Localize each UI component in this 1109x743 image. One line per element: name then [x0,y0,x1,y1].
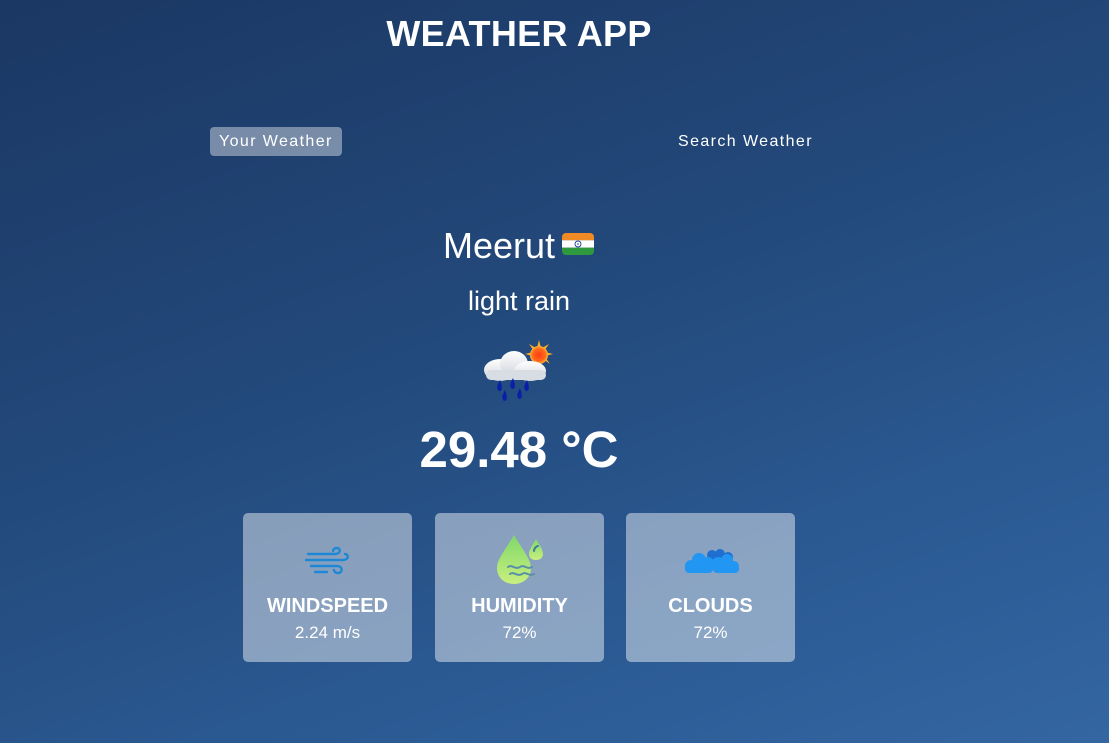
weather-description: light rain [467,286,571,316]
clouds-icon [684,549,739,573]
humidity-value: 72% [502,623,537,642]
humidity-card: HUMIDITY 72% [435,513,604,662]
temperature-value: 29.48 °C [419,421,619,478]
tab-search-weather[interactable]: Search Weather [669,127,822,156]
wind-icon [304,546,349,575]
humidity-drop-icon [496,535,543,584]
india-flag-icon [562,233,595,256]
city-heading: Meerut [0,225,1038,267]
tab-your-weather[interactable]: Your Weather [210,127,342,156]
windspeed-label: WINDSPEED [266,595,389,617]
clouds-card: CLOUDS 72% [626,513,795,662]
windspeed-value: 2.24 m/s [294,623,361,642]
clouds-value: 72% [693,623,728,642]
app-title: WEATHER APP [386,13,652,54]
windspeed-card: WINDSPEED 2.24 m/s [243,513,412,662]
clouds-label: CLOUDS [668,595,753,617]
city-name: Meerut [442,225,556,266]
humidity-label: HUMIDITY [471,595,568,617]
rain-cloud-sun-icon [484,340,553,401]
